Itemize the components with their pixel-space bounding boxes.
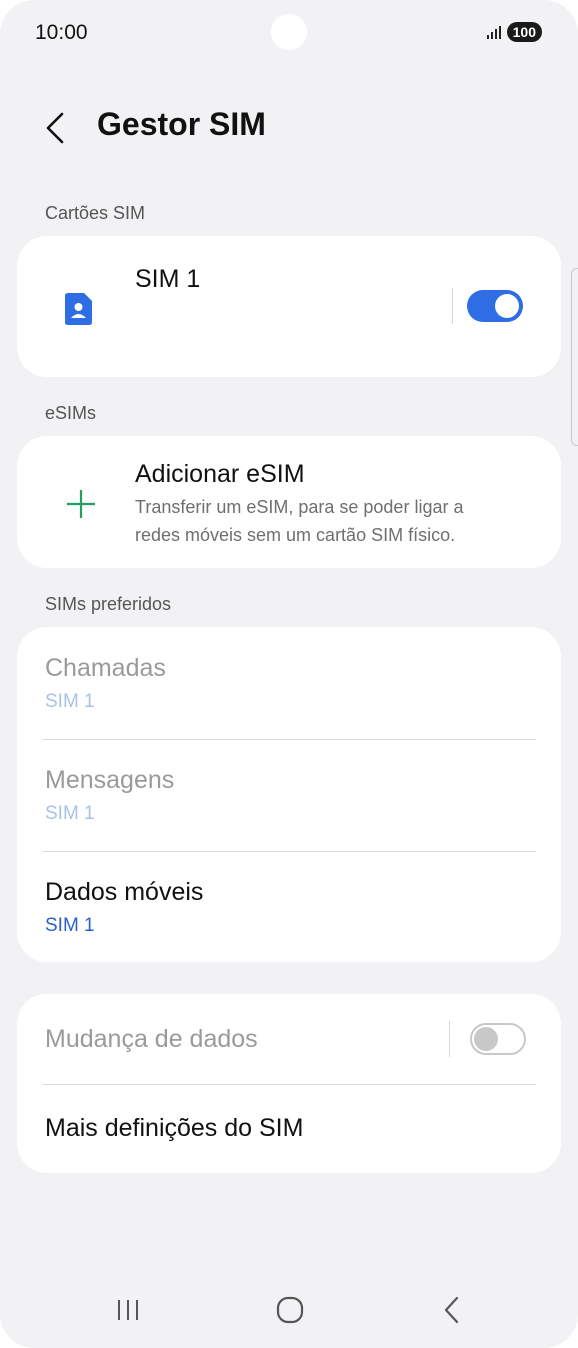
calls-row[interactable]: Chamadas SIM 1 [17,627,561,739]
add-esim-description-line2: redes móveis sem um cartão SIM físico. [135,525,456,545]
screen: 10:00 100 Gestor SIM Cartões SIM SIM 1 e… [0,0,578,1348]
add-esim-title: Adicionar eSIM [135,460,305,488]
sim1-toggle[interactable] [467,290,523,322]
recent-apps-icon [118,1300,138,1320]
messages-title: Mensagens [45,766,175,794]
add-esim-description-line1: Transferir um eSIM, para se poder ligar … [135,497,464,517]
recent-apps-button[interactable] [108,1290,148,1330]
preferred-sims-card: Chamadas SIM 1 Mensagens SIM 1 Dados móv… [17,627,561,962]
mobile-data-row[interactable]: Dados móveis SIM 1 [17,851,561,962]
esims-card: Adicionar eSIM Transferir um eSIM, para … [17,436,561,568]
home-button[interactable] [269,1290,311,1330]
page-title: Gestor SIM [97,106,266,142]
data-switch-row[interactable]: Mudança de dados [17,994,561,1084]
sim-card-icon [65,293,92,325]
data-settings-card: Mudança de dados Mais definições do SIM [17,994,561,1173]
sim1-label: SIM 1 [135,265,201,293]
camera-cutout [271,14,307,50]
mobile-data-title: Dados móveis [45,878,204,906]
toggle-divider [452,288,453,324]
more-sim-settings-title: Mais definições do SIM [45,1114,304,1142]
home-icon [276,1296,304,1324]
section-label-esims: eSIMs [45,403,97,423]
toggle-knob [474,1027,498,1051]
toggle-divider [449,1021,450,1057]
battery-indicator: 100 [506,22,542,42]
back-button[interactable] [40,108,72,148]
back-nav-button[interactable] [432,1290,472,1330]
sim-cards-card: SIM 1 [17,236,561,377]
scrollbar-handle[interactable] [571,268,578,446]
data-switch-toggle[interactable] [470,1023,526,1055]
calls-title: Chamadas [45,654,166,682]
back-nav-icon [444,1296,459,1324]
back-arrow-icon [46,112,64,144]
more-sim-settings-row[interactable]: Mais definições do SIM [17,1084,561,1173]
section-label-sim-cards: Cartões SIM [45,203,146,223]
toggle-knob [495,294,519,318]
status-time: 10:00 [35,21,88,44]
status-icons: 100 [486,22,542,42]
section-label-preferred: SIMs preferidos [45,594,172,614]
plus-icon [67,490,95,518]
calls-value: SIM 1 [45,691,95,712]
sim1-row[interactable]: SIM 1 [17,236,561,377]
messages-row[interactable]: Mensagens SIM 1 [17,739,561,851]
messages-value: SIM 1 [45,803,95,824]
data-switch-title: Mudança de dados [45,1025,258,1053]
signal-icon [486,25,501,39]
add-esim-row[interactable]: Adicionar eSIM Transferir um eSIM, para … [17,436,561,568]
mobile-data-value: SIM 1 [45,915,95,936]
